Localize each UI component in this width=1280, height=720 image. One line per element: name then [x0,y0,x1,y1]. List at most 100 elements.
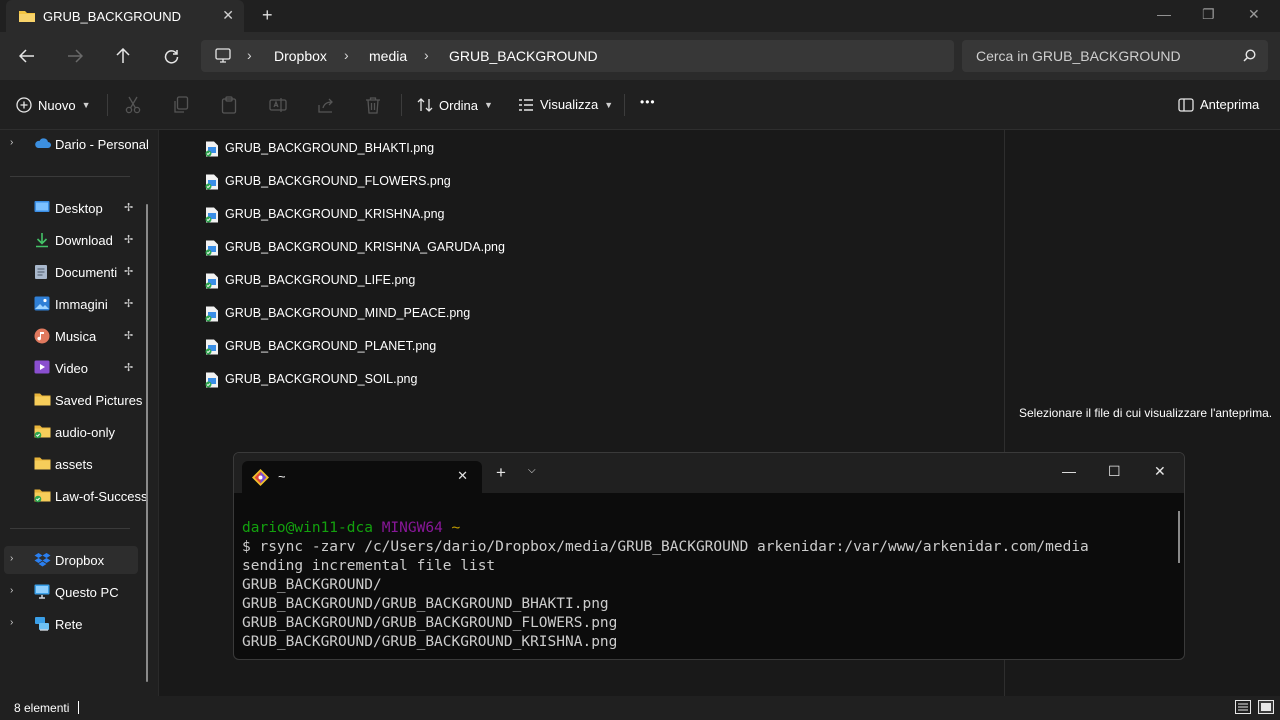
sidebar-item-label: Questo PC [55,585,119,600]
item-count: 8 elementi [14,701,70,715]
sidebar-item-assets[interactable]: assets [0,450,140,478]
share-icon[interactable] [317,96,335,117]
address-bar[interactable]: › Dropbox › media › GRUB_BACKGROUND [201,40,954,72]
copy-icon[interactable] [173,96,189,117]
plus-circle-icon [16,97,32,113]
paste-icon[interactable] [221,96,237,117]
navigation-bar: › Dropbox › media › GRUB_BACKGROUND Cerc… [0,32,1280,80]
search-box[interactable]: Cerca in GRUB_BACKGROUND [962,40,1268,72]
pin-icon[interactable]: ✢ [124,297,133,310]
file-name: GRUB_BACKGROUND_KRISHNA.png [225,207,445,221]
sidebar-item-documents[interactable]: Documenti ✢ [0,258,140,286]
file-name: GRUB_BACKGROUND_PLANET.png [225,339,437,353]
close-tab-icon[interactable]: ✕ [457,468,468,484]
chevron-down-icon[interactable]: ⌵ [528,465,536,476]
file-name: GRUB_BACKGROUND_MIND_PEACE.png [225,306,471,320]
chevron-right-icon[interactable]: › [10,137,13,148]
dropbox-icon [34,552,51,570]
terminal-line: GRUB_BACKGROUND/ [242,577,382,593]
terminal-line: GRUB_BACKGROUND/GRUB_BACKGROUND_BHAKTI.p… [242,596,609,612]
divider [401,94,402,116]
breadcrumb-separator: › [344,47,349,63]
delete-icon[interactable] [365,96,381,117]
chevron-right-icon[interactable]: › [10,617,13,628]
refresh-button[interactable] [160,46,182,66]
divider [107,94,108,116]
sidebar-item-label: Video [55,361,89,376]
cut-icon[interactable] [125,96,141,117]
prompt-path: ~ [451,520,461,536]
divider [624,94,625,116]
sidebar-item-download[interactable]: Download ✢ [0,226,140,254]
tab-title: GRUB_BACKGROUND [43,9,181,24]
breadcrumb-grub-background[interactable]: GRUB_BACKGROUND [449,48,598,64]
view-label: Visualizza [540,97,599,112]
terminal-scrollbar[interactable] [1178,511,1180,563]
folder-synced-icon [34,424,51,442]
sidebar-item-video[interactable]: Video ✢ [0,354,140,382]
up-button[interactable] [112,46,134,66]
arrow-up-icon [116,48,130,63]
title-bar: GRUB_BACKGROUND ✕ + — ❐ ✕ [0,0,1280,32]
arrow-left-icon [19,49,34,63]
view-button[interactable]: Visualizza ▼ [518,97,613,112]
details-view-icon[interactable] [1235,700,1251,717]
navigation-pane: › Dario - Personal Desktop ✢ Download ✢ … [0,130,158,696]
close-tab-icon[interactable]: ✕ [222,7,234,24]
search-placeholder: Cerca in GRUB_BACKGROUND [976,48,1181,64]
minimize-button[interactable]: — [1157,6,1171,22]
sidebar-item-law-of-success[interactable]: Law-of-Success [0,482,147,510]
refresh-icon [164,49,178,64]
sidebar-item-label: Rete [55,617,83,632]
sidebar-item-network[interactable]: › Rete [0,610,140,638]
arrow-right-icon [68,49,83,63]
sidebar-item-onedrive[interactable]: › Dario - Personal [0,130,149,158]
sidebar-item-this-pc[interactable]: › Questo PC [0,578,140,606]
folder-icon [34,456,51,473]
rename-icon[interactable] [269,96,287,117]
terminal-close-button[interactable]: ✕ [1154,463,1166,480]
forward-button[interactable] [64,46,86,66]
sidebar-item-pictures[interactable]: Immagini ✢ [0,290,140,318]
sort-icon [417,98,433,112]
pin-icon[interactable]: ✢ [124,233,133,246]
pin-icon[interactable]: ✢ [124,361,133,374]
png-file-icon [205,339,219,358]
explorer-tab[interactable]: GRUB_BACKGROUND ✕ [6,0,244,32]
terminal-output[interactable]: dario@win11-dca MINGW64 ~ $ rsync -zarv /… [242,519,1172,652]
new-terminal-tab-button[interactable]: + [496,463,506,483]
sidebar-item-audio-only[interactable]: audio-only [0,418,140,446]
more-options-button[interactable]: ••• [640,95,656,109]
network-icon [34,616,50,635]
pin-icon[interactable]: ✢ [124,201,133,214]
sort-button[interactable]: Ordina ▼ [417,97,493,113]
tiles-view-icon[interactable] [1258,700,1274,717]
breadcrumb-separator: › [424,47,429,63]
sidebar-item-desktop[interactable]: Desktop ✢ [0,194,140,222]
terminal-line: GRUB_BACKGROUND/GRUB_BACKGROUND_KRISHNA.… [242,634,618,650]
new-tab-button[interactable]: + [262,5,273,26]
back-button[interactable] [16,46,38,66]
pin-icon[interactable]: ✢ [124,265,133,278]
terminal-maximize-button[interactable]: ☐ [1108,463,1121,480]
sidebar-item-label: Dario - Personal [55,137,149,152]
breadcrumb-media[interactable]: media [369,48,407,64]
breadcrumb-dropbox[interactable]: Dropbox [274,48,327,64]
sidebar-scrollbar[interactable] [146,204,148,682]
folder-icon [34,392,51,409]
file-name: GRUB_BACKGROUND_SOIL.png [225,372,418,386]
sidebar-item-saved-pictures[interactable]: Saved Pictures [0,386,142,414]
pin-icon[interactable]: ✢ [124,329,133,342]
chevron-right-icon[interactable]: › [10,553,13,564]
terminal-minimize-button[interactable]: — [1062,463,1076,479]
chevron-right-icon[interactable]: › [10,585,13,596]
close-window-button[interactable]: ✕ [1248,6,1260,23]
terminal-tab[interactable]: ~ ✕ [242,461,482,493]
new-button[interactable]: Nuovo ▼ [16,97,91,113]
restore-button[interactable]: ❐ [1202,6,1215,23]
divider [10,176,130,177]
preview-toggle-button[interactable]: Anteprima [1178,97,1259,112]
sidebar-item-music[interactable]: Musica ✢ [0,322,140,350]
prompt-system: MINGW64 [381,520,443,536]
sidebar-item-dropbox[interactable]: › Dropbox [4,546,138,574]
